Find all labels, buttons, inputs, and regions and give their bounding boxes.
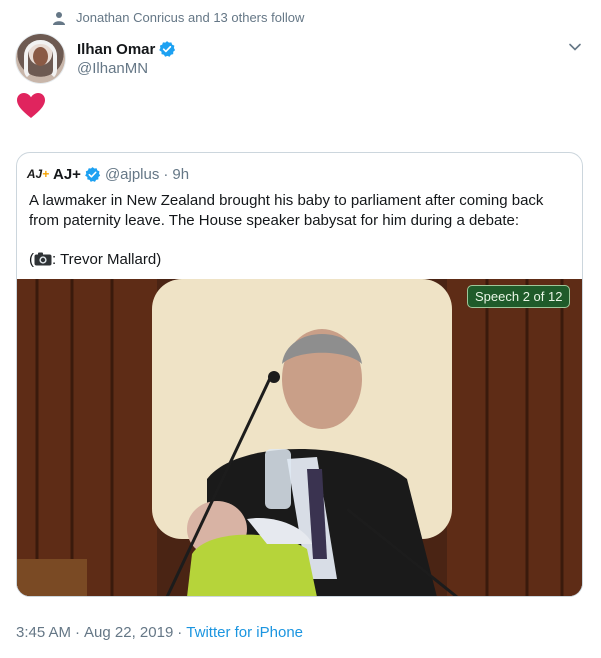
credit-name: : Trevor Mallard): [52, 250, 162, 268]
quoted-author-handle: @ajplus: [104, 165, 160, 183]
person-icon: [53, 11, 65, 25]
quoted-tweet-header: AJ + AJ+ @ajplus · 9h: [26, 165, 190, 183]
quoted-author-name: AJ+: [53, 165, 81, 183]
quoted-tweet-card[interactable]: AJ + AJ+ @ajplus · 9h A lawmaker in New Z…: [16, 152, 583, 597]
camera-icon: [34, 252, 52, 265]
quoted-tweet-media[interactable]: Speech 2 of 12: [17, 279, 582, 596]
red-heart-emoji-icon: [17, 93, 45, 118]
chevron-down-icon[interactable]: [568, 40, 582, 54]
header-separator: ·: [163, 165, 169, 183]
avatar[interactable]: [16, 34, 65, 83]
footer-separator: ·: [177, 624, 183, 641]
quoted-tweet-text: A lawmaker in New Zealand brought his ba…: [29, 191, 569, 269]
author-handle[interactable]: @IlhanMN: [77, 60, 176, 77]
tweet-source-link[interactable]: Twitter for iPhone: [186, 624, 303, 641]
parliament-speaker-photo: [17, 279, 582, 596]
tweet-time[interactable]: 3:45 AM: [16, 624, 71, 641]
tweet-timestamp-row: 3:45 AM · Aug 22, 2019 · Twitter for iPh…: [16, 624, 303, 641]
quoted-tweet-body: A lawmaker in New Zealand brought his ba…: [29, 192, 548, 229]
author-name[interactable]: Ilhan Omar: [77, 41, 155, 58]
social-context[interactable]: Jonathan Conricus and 13 others follow: [52, 10, 304, 25]
verified-badge-icon: [85, 166, 101, 182]
tweet-date[interactable]: Aug 22, 2019: [84, 624, 173, 641]
quoted-tweet-time: 9h: [172, 165, 190, 183]
social-context-text: Jonathan Conricus and 13 others follow: [76, 10, 305, 25]
speech-counter-badge: Speech 2 of 12: [467, 285, 571, 308]
ajplus-logo-icon: AJ +: [26, 167, 50, 181]
verified-badge-icon: [159, 41, 176, 57]
footer-separator: ·: [75, 624, 81, 641]
tweet-author: Ilhan Omar @IlhanMN: [16, 34, 176, 83]
